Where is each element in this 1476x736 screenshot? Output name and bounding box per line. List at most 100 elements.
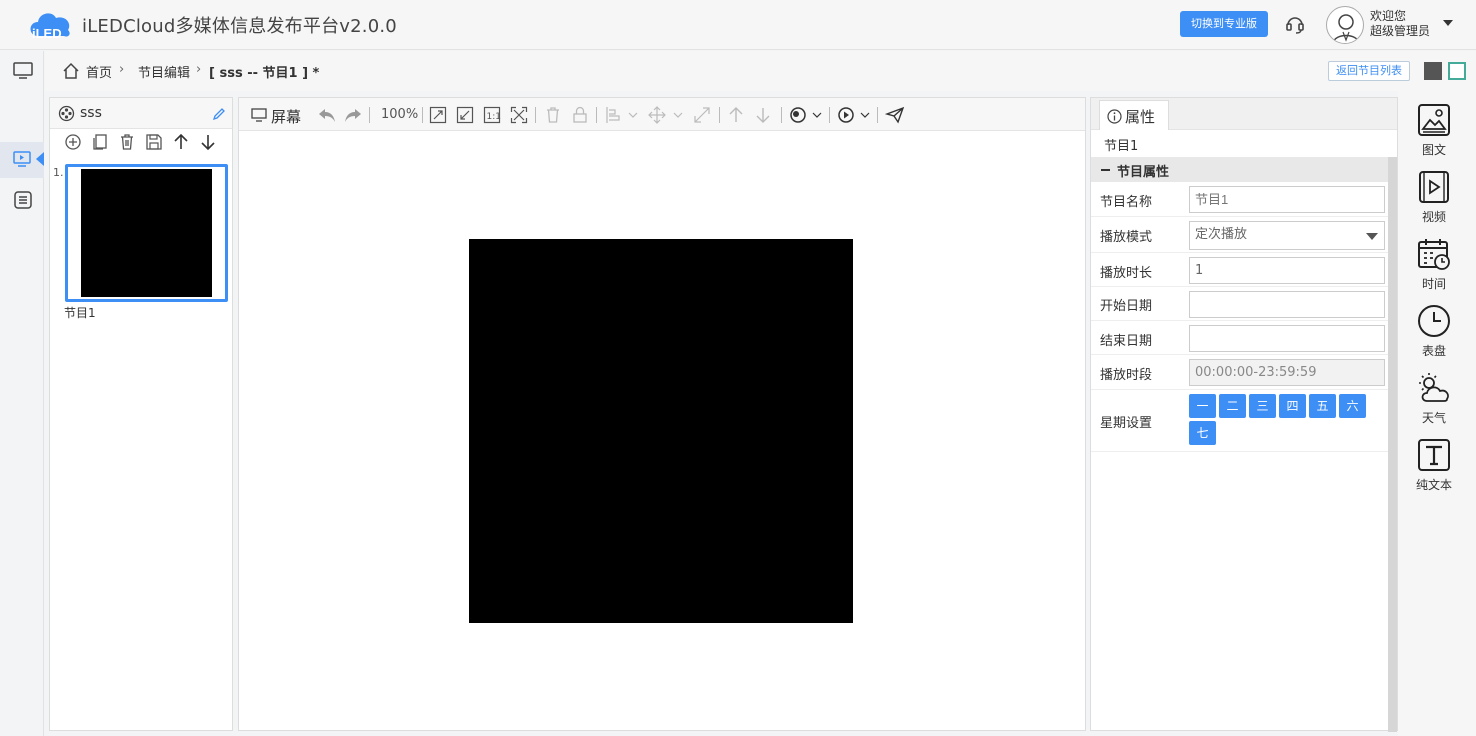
section-title: 节目属性 bbox=[1117, 165, 1170, 180]
property-row-name: 节目名称 bbox=[1091, 183, 1388, 217]
toolbar-divider bbox=[535, 107, 536, 123]
toolbar-divider bbox=[877, 107, 878, 123]
breadcrumb-section[interactable]: 节目编辑 bbox=[138, 62, 190, 81]
weekday-sat-button[interactable]: 六 bbox=[1339, 394, 1366, 418]
add-weather-button[interactable]: 天气 bbox=[1398, 371, 1476, 433]
weekday-thu-button[interactable]: 四 bbox=[1279, 394, 1306, 418]
element-toolbar: 图文 视频 时间 表盘 天气 纯文本 bbox=[1398, 91, 1476, 736]
program-name-input[interactable] bbox=[1189, 186, 1385, 213]
list-icon[interactable] bbox=[12, 189, 34, 211]
move-up-icon[interactable] bbox=[172, 133, 190, 151]
weekday-wed-button[interactable]: 三 bbox=[1249, 394, 1276, 418]
app-title: iLEDCloud多媒体信息发布平台v2.0.0 bbox=[82, 16, 397, 37]
image-text-icon bbox=[1418, 104, 1450, 136]
breadcrumb-separator: › bbox=[119, 62, 125, 77]
start-date-input[interactable] bbox=[1189, 291, 1385, 318]
start-date-label: 开始日期 bbox=[1100, 299, 1153, 314]
program-editor-icon[interactable] bbox=[12, 148, 34, 170]
add-clock-button[interactable]: 表盘 bbox=[1398, 304, 1476, 366]
video-label: 视频 bbox=[1421, 210, 1446, 224]
screen-title: 屏幕 bbox=[271, 108, 302, 126]
lock-icon[interactable] bbox=[571, 106, 589, 124]
clock-label: 表盘 bbox=[1421, 344, 1446, 358]
breadcrumb-current: [ sss -- 节目1 ] * bbox=[209, 66, 320, 81]
toolbar-divider bbox=[596, 107, 597, 123]
light-theme-toggle[interactable] bbox=[1448, 62, 1466, 80]
screen-icon bbox=[251, 108, 267, 122]
zoom-level[interactable]: 100% bbox=[381, 107, 418, 122]
screen-editor-toolbar: 屏幕 100% 1:1 bbox=[239, 98, 1085, 131]
properties-tab-bar: 属性 bbox=[1091, 98, 1397, 130]
weekday-tue-button[interactable]: 二 bbox=[1219, 394, 1246, 418]
add-video-button[interactable]: 视频 bbox=[1398, 170, 1476, 232]
play-period-input[interactable]: 00:00:00-23:59:59 bbox=[1189, 359, 1385, 386]
move-down-icon[interactable] bbox=[199, 133, 217, 151]
play-mode-value: 定次播放 bbox=[1195, 227, 1248, 242]
week-label: 星期设置 bbox=[1100, 416, 1153, 431]
background-color-dropdown-icon[interactable] bbox=[789, 106, 825, 124]
play-duration-input[interactable]: 1 bbox=[1189, 257, 1385, 284]
thumbnail-preview bbox=[81, 169, 212, 297]
delete-program-icon[interactable] bbox=[118, 133, 136, 151]
layer-down-icon[interactable] bbox=[754, 106, 772, 124]
weekday-fri-button[interactable]: 五 bbox=[1309, 394, 1336, 418]
led-screen-canvas[interactable] bbox=[469, 239, 853, 623]
layer-up-icon[interactable] bbox=[727, 106, 745, 124]
back-to-list-button[interactable]: 返回节目列表 bbox=[1328, 61, 1410, 81]
add-program-icon[interactable] bbox=[64, 133, 82, 151]
film-reel-icon bbox=[58, 105, 75, 122]
user-avatar[interactable] bbox=[1326, 6, 1364, 44]
weekday-mon-button[interactable]: 一 bbox=[1189, 394, 1216, 418]
align-dropdown-icon[interactable] bbox=[605, 106, 639, 124]
program-properties-section[interactable]: 节目属性 bbox=[1091, 157, 1388, 182]
program-thumbnail[interactable] bbox=[65, 164, 228, 302]
monitor-icon[interactable] bbox=[12, 59, 34, 81]
zoom-in-icon[interactable] bbox=[429, 106, 447, 124]
calendar-clock-icon bbox=[1418, 239, 1450, 270]
move-dropdown-icon[interactable] bbox=[648, 106, 684, 124]
user-menu-caret-icon[interactable] bbox=[1443, 20, 1453, 26]
program-list-toolbar bbox=[50, 132, 232, 154]
switch-pro-button[interactable]: 切换到专业版 bbox=[1180, 11, 1268, 37]
add-time-button[interactable]: 时间 bbox=[1398, 237, 1476, 299]
home-icon[interactable] bbox=[62, 62, 80, 80]
add-plain-text-button[interactable]: 纯文本 bbox=[1398, 438, 1476, 500]
selected-program-name: 节目1 bbox=[1104, 139, 1139, 154]
info-icon bbox=[1107, 109, 1122, 124]
fit-screen-icon[interactable] bbox=[510, 106, 528, 124]
breadcrumb-home[interactable]: 首页 bbox=[86, 62, 112, 81]
play-preview-dropdown-icon[interactable] bbox=[837, 106, 873, 124]
properties-scrollbar[interactable] bbox=[1388, 157, 1397, 732]
tab-properties[interactable]: 属性 bbox=[1099, 100, 1169, 130]
dark-theme-toggle[interactable] bbox=[1424, 62, 1442, 80]
text-icon bbox=[1418, 439, 1450, 471]
properties-panel: 属性 节目1 节目属性 节目名称 播放模式 定次播放 播放时长 1 开始日期 结… bbox=[1090, 97, 1398, 732]
edit-pencil-icon[interactable] bbox=[212, 107, 226, 121]
iled-logo: iLED bbox=[30, 13, 70, 41]
copy-program-icon[interactable] bbox=[91, 133, 109, 151]
zoom-out-icon[interactable] bbox=[456, 106, 474, 124]
property-row-start-date: 开始日期 bbox=[1091, 287, 1388, 321]
toolbar-divider bbox=[781, 107, 782, 123]
end-date-input[interactable] bbox=[1189, 325, 1385, 352]
weekday-sun-button[interactable]: 七 bbox=[1189, 421, 1216, 445]
end-date-label: 结束日期 bbox=[1100, 334, 1153, 349]
undo-icon[interactable] bbox=[317, 106, 337, 124]
resize-icon[interactable] bbox=[693, 106, 711, 124]
toolbar-divider bbox=[719, 107, 720, 123]
add-image-text-button[interactable]: 图文 bbox=[1398, 103, 1476, 165]
left-nav bbox=[0, 51, 44, 736]
play-mode-select[interactable]: 定次播放 bbox=[1189, 221, 1385, 250]
user-info[interactable]: 欢迎您 超级管理员 bbox=[1370, 9, 1430, 39]
actual-size-icon[interactable]: 1:1 bbox=[483, 106, 501, 124]
collapse-minus-icon bbox=[1101, 169, 1110, 171]
svg-text:1:1: 1:1 bbox=[487, 112, 501, 122]
redo-icon[interactable] bbox=[343, 106, 363, 124]
publish-send-icon[interactable] bbox=[885, 106, 905, 124]
support-headset-icon[interactable] bbox=[1284, 13, 1306, 35]
save-program-icon[interactable] bbox=[145, 133, 163, 151]
tab-properties-label: 属性 bbox=[1125, 108, 1156, 126]
delete-element-icon[interactable] bbox=[544, 106, 562, 124]
logo-text: iLED bbox=[32, 26, 62, 41]
collapse-arrow-icon[interactable] bbox=[36, 152, 44, 166]
